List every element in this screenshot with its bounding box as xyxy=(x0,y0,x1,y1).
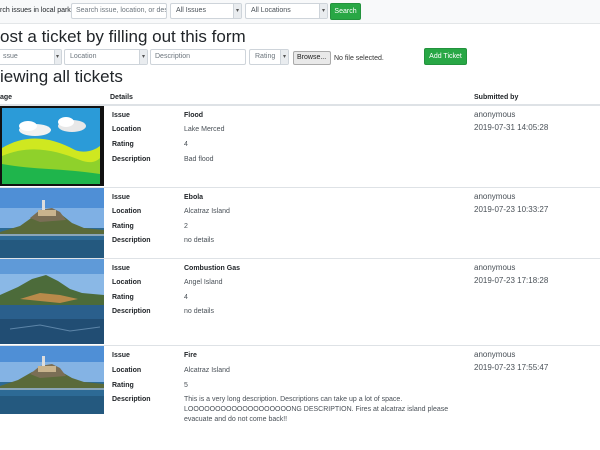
ticket-user: anonymous xyxy=(474,350,516,359)
ticket-date: 2019-07-23 17:18:28 xyxy=(474,276,549,285)
rating-select[interactable]: Rating ▾ xyxy=(249,49,289,65)
search-button[interactable]: Search xyxy=(330,3,361,20)
issue-filter-value: All Issues xyxy=(176,7,206,14)
location-filter-select[interactable]: All Locations ▾ xyxy=(245,3,328,19)
ticket-description: Bad flood xyxy=(184,156,214,163)
location-select-placeholder: Location xyxy=(70,53,97,60)
label-description: Description xyxy=(112,396,151,403)
ticket-date: 2019-07-31 14:05:28 xyxy=(474,123,549,132)
ticket-date: 2019-07-23 17:55:47 xyxy=(474,363,549,372)
issue-select-placeholder: ssue xyxy=(3,53,18,60)
description-input[interactable]: Description xyxy=(150,49,246,65)
ticket-rating: 5 xyxy=(184,382,188,389)
ticket-user: anonymous xyxy=(474,192,516,201)
ticket-location: Lake Merced xyxy=(184,126,225,133)
label-rating: Rating xyxy=(112,382,134,389)
label-rating: Rating xyxy=(112,294,134,301)
table-row: Issue Ebola Location Alcatraz Island Rat… xyxy=(0,188,600,259)
ticket-location: Angel Island xyxy=(184,279,223,286)
ticket-description: no details xyxy=(184,308,214,315)
label-rating: Rating xyxy=(112,223,134,230)
label-location: Location xyxy=(112,367,142,374)
add-ticket-button[interactable]: Add Ticket xyxy=(424,48,467,65)
chevron-down-icon: ▾ xyxy=(55,50,61,64)
ticket-issue: Combustion Gas xyxy=(184,265,241,272)
ticket-image xyxy=(0,346,104,414)
ticket-image xyxy=(0,188,104,258)
table-header: age Details Submitted by xyxy=(0,90,600,106)
file-status: No file selected. xyxy=(334,55,384,62)
ticket-image xyxy=(0,106,104,186)
issue-select-toggle[interactable]: ▾ xyxy=(54,49,62,65)
label-issue: Issue xyxy=(112,265,130,272)
label-description: Description xyxy=(112,237,151,244)
issue-select[interactable]: ssue xyxy=(0,49,61,65)
tickets-heading: iewing all tickets xyxy=(0,67,123,86)
label-issue: Issue xyxy=(112,352,130,359)
table-row: Issue Fire Location Alcatraz Island Rati… xyxy=(0,346,600,450)
label-location: Location xyxy=(112,279,142,286)
label-rating: Rating xyxy=(112,141,134,148)
issue-filter-select[interactable]: All Issues ▾ xyxy=(170,3,242,19)
search-bar: rch issues in local parks Search issue, … xyxy=(0,0,600,24)
ticket-user: anonymous xyxy=(474,263,516,272)
form-heading: ost a ticket by filling out this form xyxy=(0,27,246,46)
ticket-location: Alcatraz Island xyxy=(184,208,230,215)
ticket-location: Alcatraz Island xyxy=(184,367,230,374)
label-description: Description xyxy=(112,156,151,163)
location-filter-value: All Locations xyxy=(251,7,291,14)
label-location: Location xyxy=(112,126,142,133)
ticket-description: no details xyxy=(184,237,214,244)
chevron-down-icon: ▾ xyxy=(139,50,147,64)
ticket-rating: 4 xyxy=(184,294,188,301)
chevron-down-icon: ▾ xyxy=(319,4,327,18)
label-description: Description xyxy=(112,308,151,315)
ticket-issue: Ebola xyxy=(184,194,204,201)
location-select[interactable]: Location ▾ xyxy=(64,49,148,65)
ticket-user: anonymous xyxy=(474,110,516,119)
col-details: Details xyxy=(110,94,133,101)
col-submitted-by: Submitted by xyxy=(474,94,519,101)
search-input[interactable]: Search issue, location, or des xyxy=(71,3,167,19)
ticket-rating: 2 xyxy=(184,223,188,230)
ticket-issue: Flood xyxy=(184,112,204,119)
ticket-image xyxy=(0,259,104,344)
browse-button[interactable]: Browse... xyxy=(293,51,331,65)
ticket-description: This is a very long description. Descrip… xyxy=(184,396,449,423)
ticket-rating: 4 xyxy=(184,141,188,148)
col-image: age xyxy=(0,94,13,101)
label-issue: Issue xyxy=(112,194,130,201)
label-issue: Issue xyxy=(112,112,130,119)
rating-select-placeholder: Rating xyxy=(255,53,276,60)
table-row: Issue Combustion Gas Location Angel Isla… xyxy=(0,259,600,346)
table-row: Issue Flood Location Lake Merced Rating … xyxy=(0,106,600,188)
chevron-down-icon: ▾ xyxy=(280,50,288,64)
chevron-down-icon: ▾ xyxy=(233,4,241,18)
search-label: rch issues in local parks xyxy=(0,7,75,14)
ticket-date: 2019-07-23 10:33:27 xyxy=(474,205,549,214)
ticket-issue: Fire xyxy=(184,352,197,359)
label-location: Location xyxy=(112,208,142,215)
